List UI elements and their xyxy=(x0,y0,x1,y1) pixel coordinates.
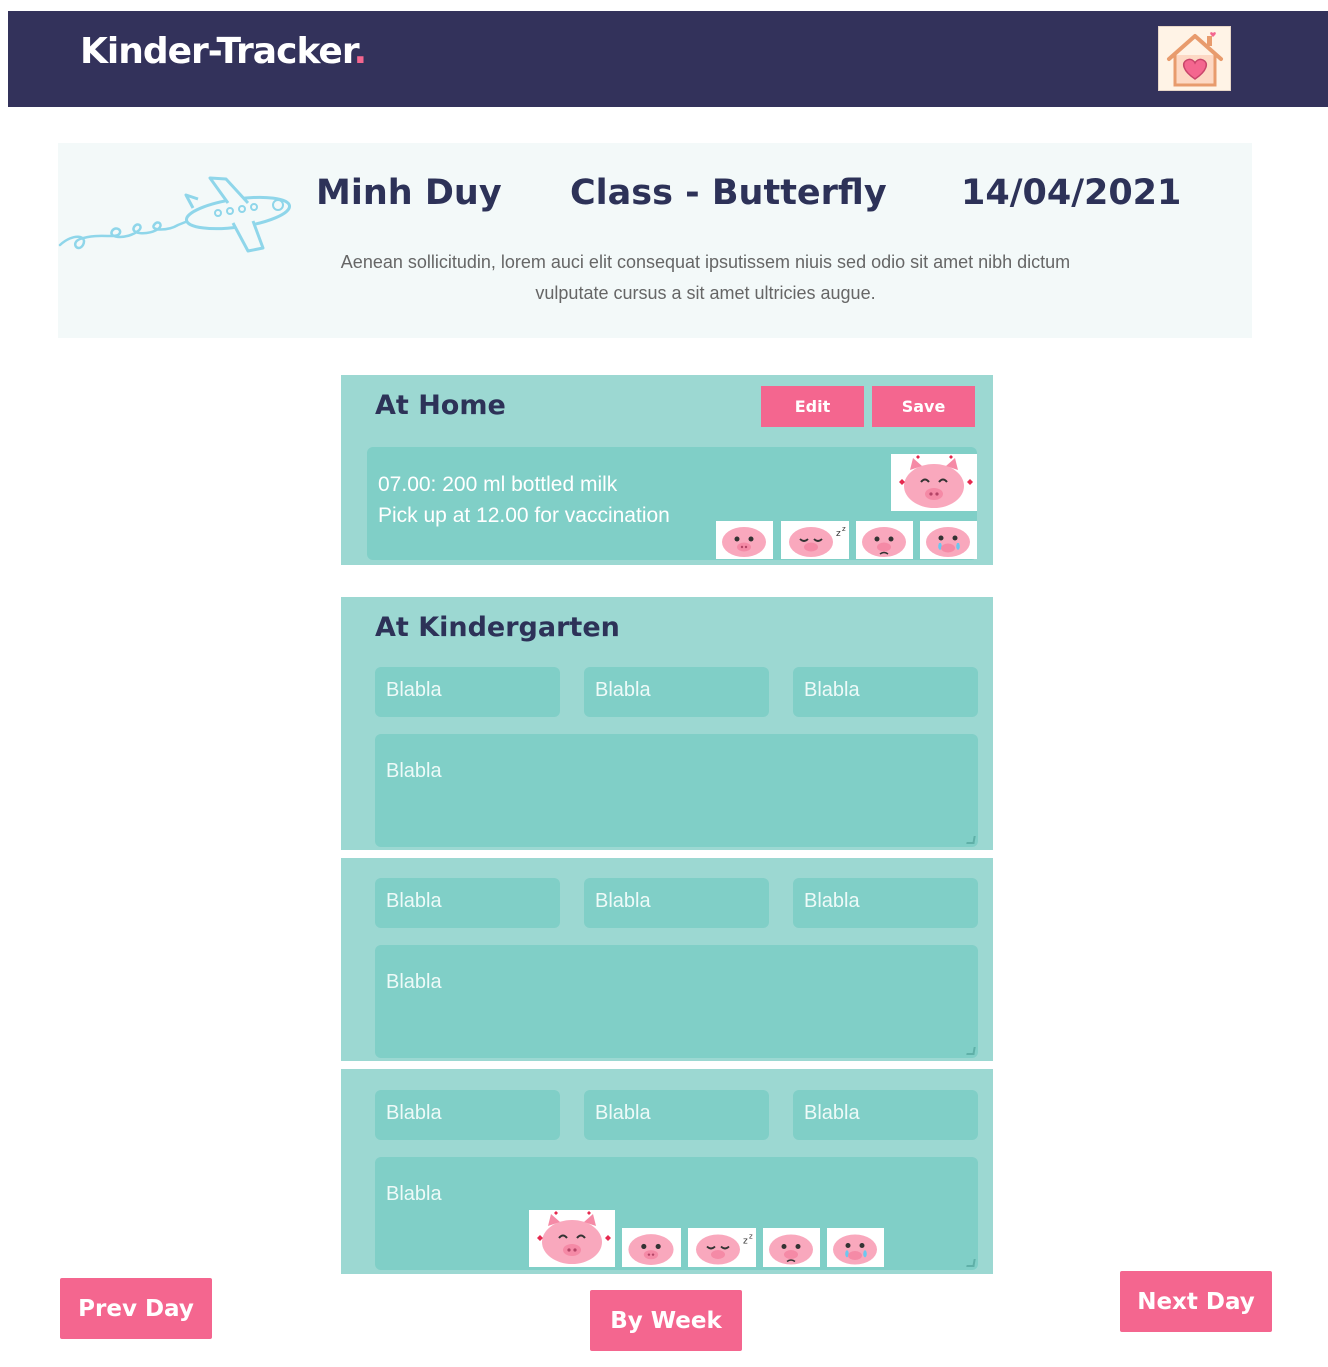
notes-textarea[interactable]: Blabla xyxy=(375,734,978,847)
activity-field[interactable]: Blabla xyxy=(793,1090,978,1140)
pig-crying-icon[interactable] xyxy=(920,521,977,559)
resize-handle[interactable] xyxy=(966,1047,976,1055)
logo-text: Kinder-Tracker xyxy=(80,31,354,72)
profile-description: Aenean sollicitudin, lorem auci elit con… xyxy=(340,252,1071,303)
activity-field[interactable]: Blabla xyxy=(375,667,560,717)
notes-text: Blabla xyxy=(386,971,442,993)
svg-text:z: z xyxy=(749,1233,753,1241)
activity-field[interactable]: Blabla xyxy=(584,1090,769,1140)
save-button[interactable]: Save xyxy=(872,386,975,427)
top-navbar: Kinder-Tracker. xyxy=(8,11,1328,107)
pig-happy-icon[interactable] xyxy=(716,521,773,559)
edit-button[interactable]: Edit xyxy=(761,386,864,427)
notes-text: Blabla xyxy=(386,760,442,782)
activity-field[interactable]: Blabla xyxy=(584,667,769,717)
activity-field[interactable]: Blabla xyxy=(793,878,978,928)
pig-happy-love-icon[interactable] xyxy=(529,1210,615,1267)
activity-field[interactable]: Blabla xyxy=(793,667,978,717)
at-kindergarten-title: At Kindergarten xyxy=(375,612,620,643)
next-day-button[interactable]: Next Day xyxy=(1120,1271,1272,1332)
activity-field[interactable]: Blabla xyxy=(375,878,560,928)
by-week-button[interactable]: By Week xyxy=(590,1290,742,1351)
logo-dot: . xyxy=(353,31,367,72)
activity-field[interactable]: Blabla xyxy=(584,878,769,928)
activity-field[interactable]: Blabla xyxy=(375,1090,560,1140)
note-line: Pick up at 12.00 for vaccination xyxy=(378,504,670,527)
resize-handle[interactable] xyxy=(966,836,976,844)
pig-crying-icon[interactable] xyxy=(827,1228,884,1267)
at-home-title: At Home xyxy=(375,390,506,421)
pig-sad-icon[interactable] xyxy=(856,521,913,559)
airplane-icon xyxy=(58,176,292,253)
pig-sad-icon[interactable] xyxy=(763,1228,820,1267)
notes-textarea[interactable]: Blabla xyxy=(375,945,978,1058)
pig-happy-love-icon[interactable] xyxy=(891,454,977,511)
pig-sleepy-icon[interactable]: zz xyxy=(781,521,849,559)
svg-text:z: z xyxy=(836,529,841,539)
prev-day-button[interactable]: Prev Day xyxy=(60,1278,212,1339)
note-line: 07.00: 200 ml bottled milk xyxy=(378,473,618,496)
svg-text:z: z xyxy=(743,1237,748,1247)
app-logo[interactable]: Kinder-Tracker. xyxy=(80,31,367,72)
block-divider xyxy=(341,1061,993,1069)
block-divider xyxy=(341,850,993,858)
at-kindergarten-section: At Kindergarten Blabla Blabla Blabla Bla… xyxy=(341,597,993,1274)
at-home-section: At Home Edit Save 07.00: 200 ml bottled … xyxy=(341,375,993,565)
pig-sleepy-icon[interactable]: zz xyxy=(688,1228,756,1267)
house-heart-icon xyxy=(1167,32,1223,87)
home-button[interactable] xyxy=(1158,26,1231,91)
pig-happy-icon[interactable] xyxy=(622,1228,681,1267)
report-date: 14/04/2021 xyxy=(961,173,1182,213)
notes-text: Blabla xyxy=(386,1183,442,1205)
child-name: Minh Duy xyxy=(316,173,502,213)
resize-handle[interactable] xyxy=(966,1259,976,1267)
child-profile-banner: Minh Duy Class - Butterfly 14/04/2021 Ae… xyxy=(58,143,1252,338)
class-label: Class - Butterfly xyxy=(570,173,887,213)
svg-text:z: z xyxy=(842,525,846,533)
